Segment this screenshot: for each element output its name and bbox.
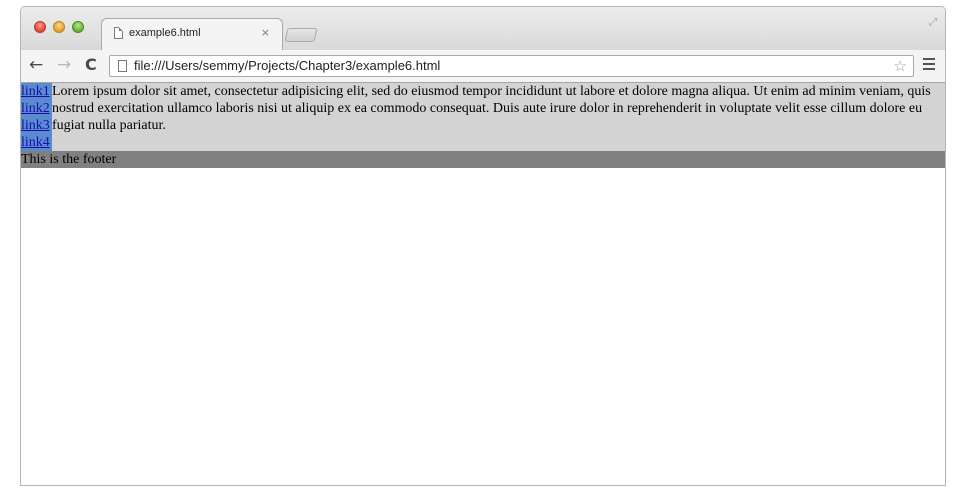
main-paragraph: Lorem ipsum dolor sit amet, consectetur …: [52, 84, 931, 133]
menu-bar-line: [923, 63, 935, 65]
title-bar: example6.html × ⤢: [21, 7, 945, 50]
menu-bar-line: [923, 68, 935, 70]
tab-title: example6.html: [129, 27, 201, 39]
page-icon: [118, 60, 127, 72]
close-window-button[interactable]: [34, 21, 46, 33]
page-footer: This is the footer: [21, 151, 945, 168]
resize-arrows-icon[interactable]: ⤢: [929, 17, 937, 28]
address-bar[interactable]: file:///Users/semmy/Projects/Chapter3/ex…: [109, 55, 914, 77]
forward-button[interactable]: →: [57, 56, 71, 74]
bookmark-star-icon[interactable]: ☆: [894, 57, 907, 75]
nav-sidebar: link1 link2 link3 link4: [21, 83, 52, 151]
tab-example6[interactable]: example6.html ×: [101, 18, 283, 50]
page-viewport: link1 link2 link3 link4 Lorem ipsum dolo…: [21, 83, 945, 485]
zoom-window-button[interactable]: [72, 21, 84, 33]
toolbar: ← → C file:///Users/semmy/Projects/Chapt…: [21, 50, 945, 83]
minimize-window-button[interactable]: [53, 21, 65, 33]
back-button[interactable]: ←: [29, 56, 43, 74]
nav-link-2[interactable]: link2: [21, 100, 52, 117]
content-section: link1 link2 link3 link4 Lorem ipsum dolo…: [21, 83, 945, 151]
menu-bar-line: [923, 58, 935, 60]
nav-link-1[interactable]: link1: [21, 83, 52, 100]
new-tab-button[interactable]: [284, 28, 318, 42]
browser-window: example6.html × ⤢ ← → C file:///Users/se…: [20, 6, 946, 486]
url-text[interactable]: file:///Users/semmy/Projects/Chapter3/ex…: [134, 58, 440, 73]
tab-close-icon[interactable]: ×: [261, 26, 270, 40]
reload-button[interactable]: C: [85, 56, 97, 74]
nav-link-3[interactable]: link3: [21, 117, 52, 134]
nav-link-4[interactable]: link4: [21, 134, 52, 151]
page-icon: [114, 27, 123, 39]
hamburger-menu-icon[interactable]: [923, 58, 935, 71]
